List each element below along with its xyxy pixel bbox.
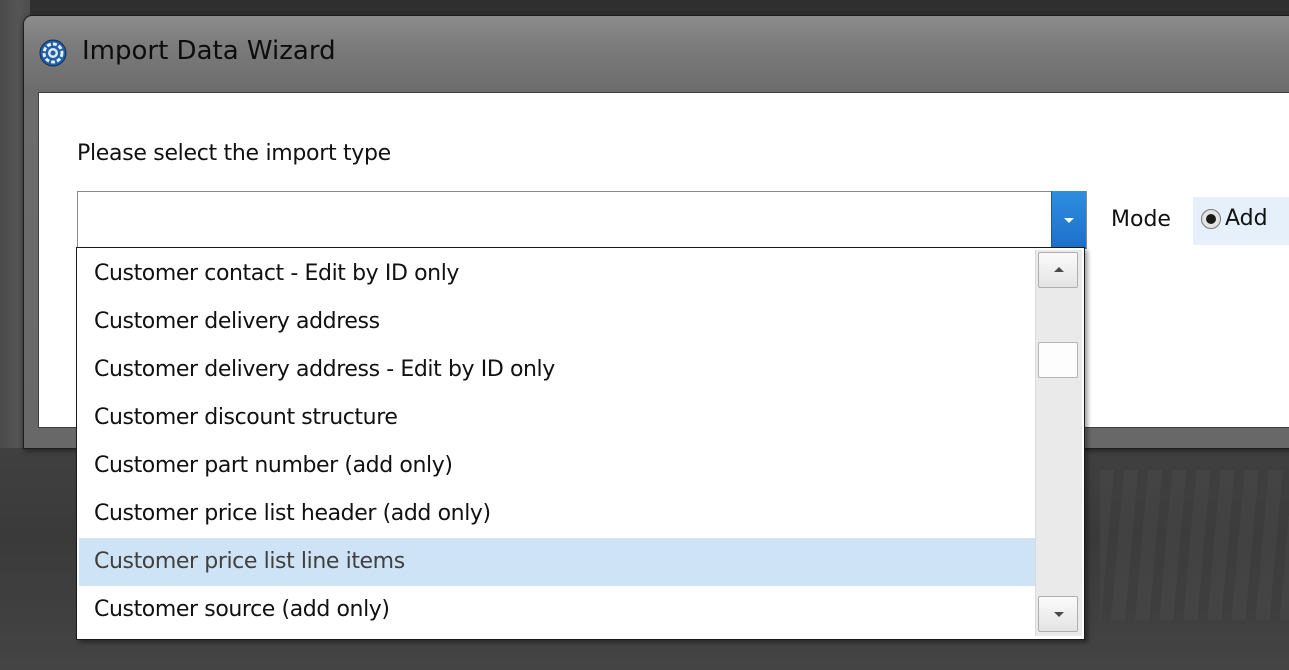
- arrow-up-icon: [1054, 267, 1064, 272]
- list-item[interactable]: Customer contact - Edit by ID only: [79, 250, 1035, 298]
- radio-selected-dot: [1206, 214, 1216, 224]
- list-item[interactable]: Customer delivery address: [79, 298, 1035, 346]
- dropdown-scrollbar[interactable]: [1035, 250, 1082, 636]
- scrollbar-thumb[interactable]: [1038, 342, 1078, 378]
- list-item[interactable]: Customer delivery address - Edit by ID o…: [79, 346, 1035, 394]
- background-blurred-text: [1100, 470, 1289, 620]
- scroll-down-button[interactable]: [1038, 596, 1078, 632]
- arrow-down-icon: [1054, 612, 1064, 617]
- import-type-dropdown-button[interactable]: [1051, 191, 1086, 249]
- list-item[interactable]: Customer price list header (add only): [79, 490, 1035, 538]
- list-item[interactable]: Customer source (add only): [79, 586, 1035, 634]
- chevron-down-icon: [1064, 218, 1074, 223]
- mode-add-label[interactable]: Add: [1225, 206, 1268, 231]
- import-type-dropdown-list: Customer contact - Edit by ID only Custo…: [76, 247, 1085, 640]
- scroll-up-button[interactable]: [1038, 252, 1078, 288]
- window-title: Import Data Wizard: [82, 36, 336, 66]
- mode-radio-add[interactable]: Add: [1193, 197, 1289, 245]
- background-top: [0, 0, 1289, 16]
- list-item-highlighted[interactable]: Customer price list line items: [79, 538, 1035, 586]
- list-item[interactable]: Customer part number (add only): [79, 442, 1035, 490]
- import-type-options: Customer contact - Edit by ID only Custo…: [79, 250, 1035, 634]
- import-type-prompt: Please select the import type: [77, 141, 391, 166]
- list-item[interactable]: Customer discount structure: [79, 394, 1035, 442]
- mode-label: Mode: [1111, 207, 1171, 232]
- radio-button-icon[interactable]: [1201, 209, 1221, 229]
- import-type-combobox[interactable]: [77, 191, 1087, 249]
- gear-icon: [39, 39, 67, 67]
